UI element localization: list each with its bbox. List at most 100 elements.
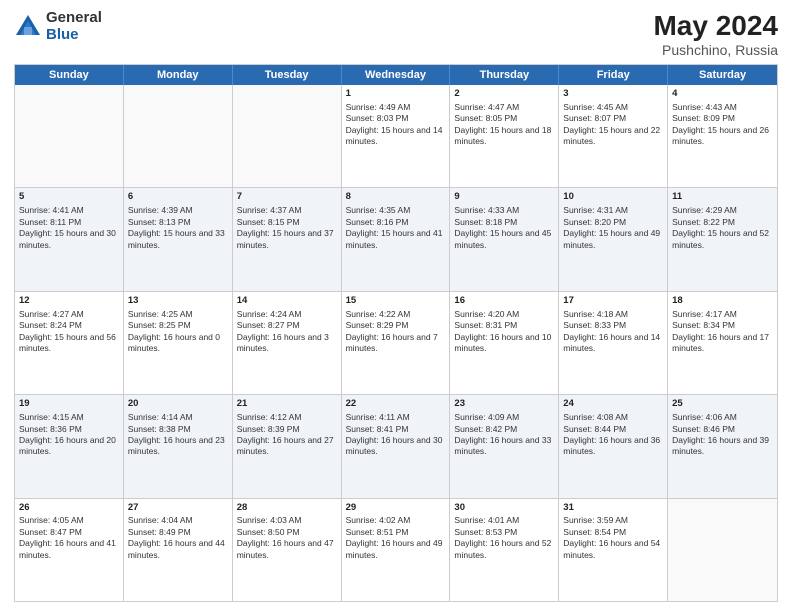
sunset-text: Sunset: 8:42 PM — [454, 424, 554, 435]
header: General Blue May 2024 Pushchino, Russia — [14, 10, 778, 58]
sunset-text: Sunset: 8:18 PM — [454, 217, 554, 228]
title-month: May 2024 — [653, 10, 778, 42]
sunset-text: Sunset: 8:11 PM — [19, 217, 119, 228]
sunrise-text: Sunrise: 4:18 AM — [563, 309, 663, 320]
daylight-text: Daylight: 15 hours and 41 minutes. — [346, 228, 446, 251]
calendar: Sunday Monday Tuesday Wednesday Thursday… — [14, 64, 778, 602]
day-number: 22 — [346, 398, 446, 411]
calendar-cell — [233, 85, 342, 187]
calendar-body: 1Sunrise: 4:49 AMSunset: 8:03 PMDaylight… — [15, 85, 777, 601]
calendar-cell: 26Sunrise: 4:05 AMSunset: 8:47 PMDayligh… — [15, 499, 124, 601]
calendar-cell: 14Sunrise: 4:24 AMSunset: 8:27 PMDayligh… — [233, 292, 342, 394]
calendar-cell: 6Sunrise: 4:39 AMSunset: 8:13 PMDaylight… — [124, 188, 233, 290]
day-number: 18 — [672, 295, 773, 308]
weekday-friday: Friday — [559, 65, 668, 85]
logo: General Blue — [14, 10, 102, 43]
sunrise-text: Sunrise: 4:24 AM — [237, 309, 337, 320]
day-number: 30 — [454, 502, 554, 515]
daylight-text: Daylight: 15 hours and 33 minutes. — [128, 228, 228, 251]
daylight-text: Daylight: 15 hours and 52 minutes. — [672, 228, 773, 251]
calendar-cell: 2Sunrise: 4:47 AMSunset: 8:05 PMDaylight… — [450, 85, 559, 187]
day-number: 24 — [563, 398, 663, 411]
calendar-cell: 1Sunrise: 4:49 AMSunset: 8:03 PMDaylight… — [342, 85, 451, 187]
daylight-text: Daylight: 16 hours and 41 minutes. — [19, 538, 119, 561]
day-number: 1 — [346, 88, 446, 101]
daylight-text: Daylight: 16 hours and 30 minutes. — [346, 435, 446, 458]
sunset-text: Sunset: 8:20 PM — [563, 217, 663, 228]
daylight-text: Daylight: 16 hours and 27 minutes. — [237, 435, 337, 458]
sunrise-text: Sunrise: 4:05 AM — [19, 515, 119, 526]
calendar-cell: 7Sunrise: 4:37 AMSunset: 8:15 PMDaylight… — [233, 188, 342, 290]
sunset-text: Sunset: 8:29 PM — [346, 320, 446, 331]
calendar-cell: 23Sunrise: 4:09 AMSunset: 8:42 PMDayligh… — [450, 395, 559, 497]
daylight-text: Daylight: 16 hours and 49 minutes. — [346, 538, 446, 561]
day-number: 19 — [19, 398, 119, 411]
calendar-cell: 28Sunrise: 4:03 AMSunset: 8:50 PMDayligh… — [233, 499, 342, 601]
sunset-text: Sunset: 8:16 PM — [346, 217, 446, 228]
sunset-text: Sunset: 8:49 PM — [128, 527, 228, 538]
calendar-cell: 25Sunrise: 4:06 AMSunset: 8:46 PMDayligh… — [668, 395, 777, 497]
sunset-text: Sunset: 8:22 PM — [672, 217, 773, 228]
daylight-text: Daylight: 16 hours and 44 minutes. — [128, 538, 228, 561]
sunset-text: Sunset: 8:50 PM — [237, 527, 337, 538]
sunset-text: Sunset: 8:36 PM — [19, 424, 119, 435]
daylight-text: Daylight: 16 hours and 14 minutes. — [563, 332, 663, 355]
calendar-cell: 16Sunrise: 4:20 AMSunset: 8:31 PMDayligh… — [450, 292, 559, 394]
sunset-text: Sunset: 8:03 PM — [346, 113, 446, 124]
daylight-text: Daylight: 16 hours and 10 minutes. — [454, 332, 554, 355]
day-number: 28 — [237, 502, 337, 515]
sunrise-text: Sunrise: 4:39 AM — [128, 205, 228, 216]
daylight-text: Daylight: 15 hours and 49 minutes. — [563, 228, 663, 251]
sunset-text: Sunset: 8:27 PM — [237, 320, 337, 331]
daylight-text: Daylight: 15 hours and 26 minutes. — [672, 125, 773, 148]
sunrise-text: Sunrise: 4:12 AM — [237, 412, 337, 423]
sunrise-text: Sunrise: 4:01 AM — [454, 515, 554, 526]
sunset-text: Sunset: 8:24 PM — [19, 320, 119, 331]
sunrise-text: Sunrise: 4:41 AM — [19, 205, 119, 216]
day-number: 17 — [563, 295, 663, 308]
day-number: 4 — [672, 88, 773, 101]
weekday-tuesday: Tuesday — [233, 65, 342, 85]
day-number: 25 — [672, 398, 773, 411]
day-number: 21 — [237, 398, 337, 411]
weekday-wednesday: Wednesday — [342, 65, 451, 85]
sunrise-text: Sunrise: 4:29 AM — [672, 205, 773, 216]
calendar-cell — [124, 85, 233, 187]
calendar-row: 1Sunrise: 4:49 AMSunset: 8:03 PMDaylight… — [15, 85, 777, 187]
sunrise-text: Sunrise: 4:06 AM — [672, 412, 773, 423]
sunrise-text: Sunrise: 4:20 AM — [454, 309, 554, 320]
sunrise-text: Sunrise: 3:59 AM — [563, 515, 663, 526]
calendar-cell: 19Sunrise: 4:15 AMSunset: 8:36 PMDayligh… — [15, 395, 124, 497]
calendar-cell: 11Sunrise: 4:29 AMSunset: 8:22 PMDayligh… — [668, 188, 777, 290]
weekday-saturday: Saturday — [668, 65, 777, 85]
daylight-text: Daylight: 16 hours and 23 minutes. — [128, 435, 228, 458]
daylight-text: Daylight: 15 hours and 45 minutes. — [454, 228, 554, 251]
calendar-cell: 18Sunrise: 4:17 AMSunset: 8:34 PMDayligh… — [668, 292, 777, 394]
calendar-row: 5Sunrise: 4:41 AMSunset: 8:11 PMDaylight… — [15, 187, 777, 290]
sunrise-text: Sunrise: 4:31 AM — [563, 205, 663, 216]
calendar-cell — [15, 85, 124, 187]
day-number: 11 — [672, 191, 773, 204]
calendar-cell: 22Sunrise: 4:11 AMSunset: 8:41 PMDayligh… — [342, 395, 451, 497]
calendar-cell: 21Sunrise: 4:12 AMSunset: 8:39 PMDayligh… — [233, 395, 342, 497]
daylight-text: Daylight: 16 hours and 20 minutes. — [19, 435, 119, 458]
calendar-row: 26Sunrise: 4:05 AMSunset: 8:47 PMDayligh… — [15, 498, 777, 601]
daylight-text: Daylight: 16 hours and 17 minutes. — [672, 332, 773, 355]
daylight-text: Daylight: 16 hours and 39 minutes. — [672, 435, 773, 458]
day-number: 26 — [19, 502, 119, 515]
day-number: 12 — [19, 295, 119, 308]
daylight-text: Daylight: 16 hours and 0 minutes. — [128, 332, 228, 355]
day-number: 16 — [454, 295, 554, 308]
sunset-text: Sunset: 8:15 PM — [237, 217, 337, 228]
sunset-text: Sunset: 8:54 PM — [563, 527, 663, 538]
calendar-cell: 13Sunrise: 4:25 AMSunset: 8:25 PMDayligh… — [124, 292, 233, 394]
sunrise-text: Sunrise: 4:25 AM — [128, 309, 228, 320]
daylight-text: Daylight: 15 hours and 22 minutes. — [563, 125, 663, 148]
calendar-row: 12Sunrise: 4:27 AMSunset: 8:24 PMDayligh… — [15, 291, 777, 394]
sunrise-text: Sunrise: 4:35 AM — [346, 205, 446, 216]
sunrise-text: Sunrise: 4:09 AM — [454, 412, 554, 423]
calendar-cell: 17Sunrise: 4:18 AMSunset: 8:33 PMDayligh… — [559, 292, 668, 394]
sunrise-text: Sunrise: 4:47 AM — [454, 102, 554, 113]
page: General Blue May 2024 Pushchino, Russia … — [0, 0, 792, 612]
sunset-text: Sunset: 8:41 PM — [346, 424, 446, 435]
